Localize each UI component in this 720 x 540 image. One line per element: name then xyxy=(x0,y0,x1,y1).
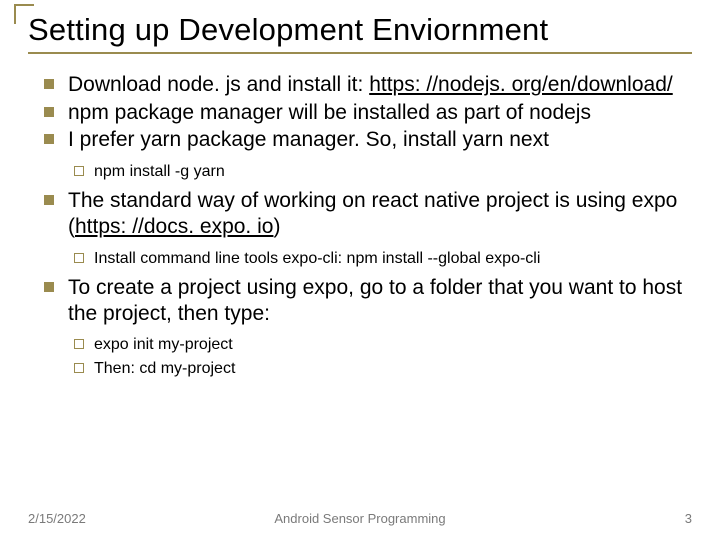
sub-list: expo init my-project Then: cd my-project xyxy=(68,334,686,379)
list-item: I prefer yarn package manager. So, insta… xyxy=(40,127,686,182)
title-container: Setting up Development Enviornment xyxy=(28,12,692,54)
text: To create a project using expo, go to a … xyxy=(68,276,682,325)
link-text: https: //docs. expo. io xyxy=(75,215,273,238)
text: Install command line tools expo-cli: npm… xyxy=(94,250,540,267)
text: npm install -g yarn xyxy=(94,163,225,180)
slide-title: Setting up Development Enviornment xyxy=(28,12,692,48)
sub-list-item: expo init my-project xyxy=(68,334,686,356)
footer-page-number: 3 xyxy=(685,511,692,526)
text: I prefer yarn package manager. So, insta… xyxy=(68,128,549,151)
text: Download node. js and install it: xyxy=(68,73,369,96)
text: Then: cd my-project xyxy=(94,360,235,377)
sub-list-item: npm install -g yarn xyxy=(68,161,686,183)
sub-list-item: Then: cd my-project xyxy=(68,358,686,380)
sub-list: Install command line tools expo-cli: npm… xyxy=(68,248,686,270)
list-item: The standard way of working on react nat… xyxy=(40,188,686,269)
list-item: Download node. js and install it: https:… xyxy=(40,72,686,98)
list-item: npm package manager will be installed as… xyxy=(40,100,686,126)
text: ) xyxy=(273,215,280,238)
text: expo init my-project xyxy=(94,336,233,353)
list-item: To create a project using expo, go to a … xyxy=(40,275,686,379)
link-text: https: //nodejs. org/en/download/ xyxy=(369,73,673,96)
sub-list-item: Install command line tools expo-cli: npm… xyxy=(68,248,686,270)
corner-decoration xyxy=(14,4,34,24)
footer: 2/15/2022 Android Sensor Programming 3 xyxy=(0,511,720,526)
sub-list: npm install -g yarn xyxy=(68,161,686,183)
slide: Setting up Development Enviornment Downl… xyxy=(0,0,720,540)
footer-date: 2/15/2022 xyxy=(28,511,86,526)
bullet-list: Download node. js and install it: https:… xyxy=(40,72,686,380)
content-area: Download node. js and install it: https:… xyxy=(28,72,692,380)
footer-title: Android Sensor Programming xyxy=(274,511,445,526)
text: npm package manager will be installed as… xyxy=(68,101,591,124)
